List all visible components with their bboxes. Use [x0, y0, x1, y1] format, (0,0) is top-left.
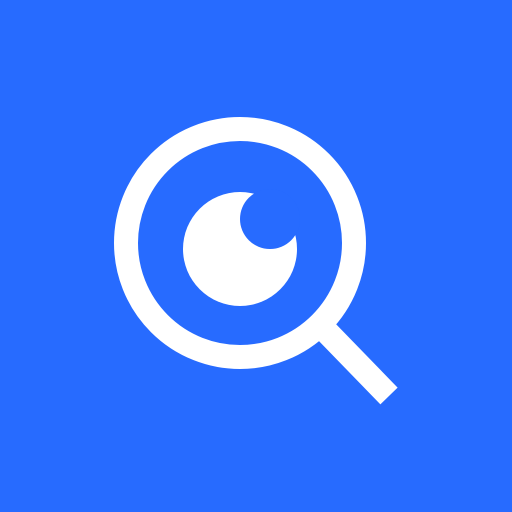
app-icon [0, 0, 512, 512]
magnifier-eye-icon [0, 0, 512, 512]
eye-highlight [240, 189, 300, 249]
